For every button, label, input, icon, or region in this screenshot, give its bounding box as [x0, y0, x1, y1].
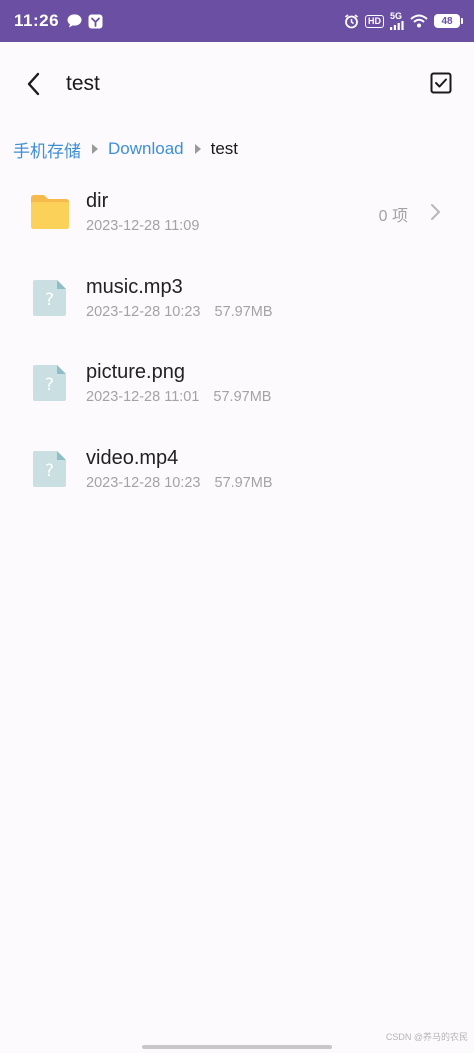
chevron-left-icon: [27, 72, 40, 96]
file-row[interactable]: ? picture.png 2023-12-28 11:01 57.97MB: [0, 339, 474, 425]
file-size: 57.97MB: [213, 389, 272, 405]
chevron-right-icon: [431, 204, 440, 220]
breadcrumb-item-download[interactable]: Download: [108, 139, 184, 159]
file-size: 57.97MB: [214, 474, 273, 491]
file-meta: 2023-12-28 10:23 57.97MB: [86, 304, 273, 320]
file-name: video.mp4: [86, 446, 179, 469]
folder-icon: [31, 195, 69, 229]
file-row[interactable]: ? video.mp4 2023-12-28 10:23 57.97MB: [0, 425, 474, 511]
network-type: 5G: [390, 11, 403, 21]
file-meta: 2023-12-28 10:23 57.97MB: [86, 475, 273, 491]
file-name: dir: [86, 190, 109, 212]
alarm-icon: [344, 13, 359, 29]
file-date: 2023-12-28 10:23: [86, 303, 201, 320]
cellular-5g-icon: 5G: [390, 12, 404, 30]
file-row-folder[interactable]: dir 2023-12-28 11:09 0 项: [0, 168, 474, 254]
page-title: test: [66, 72, 100, 95]
unknown-file-icon: ?: [33, 450, 66, 487]
file-size: 57.97MB: [214, 303, 273, 320]
svg-text:?: ?: [45, 290, 54, 310]
unknown-file-icon: ?: [33, 279, 66, 316]
battery-icon: 48: [434, 14, 463, 28]
breadcrumb-item-current: test: [210, 139, 239, 158]
svg-text:?: ?: [45, 461, 54, 481]
select-all-button[interactable]: [430, 72, 452, 94]
message-bubble-icon: [67, 14, 82, 28]
status-system-icons: HD 5G 48: [344, 12, 463, 30]
checkbox-icon: [430, 72, 452, 94]
hd-icon: HD: [365, 14, 384, 28]
status-bar: 11:26 HD 5G 48: [0, 0, 474, 42]
file-date: 2023-12-28 11:09: [86, 218, 200, 234]
status-notification-icons: [67, 14, 103, 29]
svg-text:?: ?: [45, 375, 54, 395]
folder-item-count: 0 项: [378, 208, 408, 225]
file-name: music.mp3: [86, 275, 183, 298]
breadcrumb-separator-icon: [92, 144, 98, 154]
wifi-icon: [410, 14, 428, 28]
breadcrumb-item-phone-storage[interactable]: 手机存储: [13, 137, 81, 162]
file-date: 2023-12-28 10:23: [86, 474, 201, 491]
download-app-icon: [88, 14, 103, 29]
file-list: dir 2023-12-28 11:09 0 项 ? music.mp3 202…: [0, 168, 474, 510]
home-indicator[interactable]: [142, 1045, 332, 1049]
app-header: test: [0, 42, 474, 128]
file-name: picture.png: [86, 361, 185, 383]
back-button[interactable]: [20, 70, 48, 98]
unknown-file-icon: ?: [33, 365, 66, 401]
file-meta: 2023-12-28 11:01 57.97MB: [86, 389, 271, 405]
file-row[interactable]: ? music.mp3 2023-12-28 10:23 57.97MB: [0, 254, 474, 340]
breadcrumb: 手机存储 Download test: [13, 137, 238, 161]
breadcrumb-separator-icon: [194, 144, 201, 154]
status-time: 11:26: [14, 11, 60, 30]
watermark: CSDN @养马的农民: [385, 1032, 468, 1042]
file-date: 2023-12-28 11:01: [86, 389, 200, 405]
